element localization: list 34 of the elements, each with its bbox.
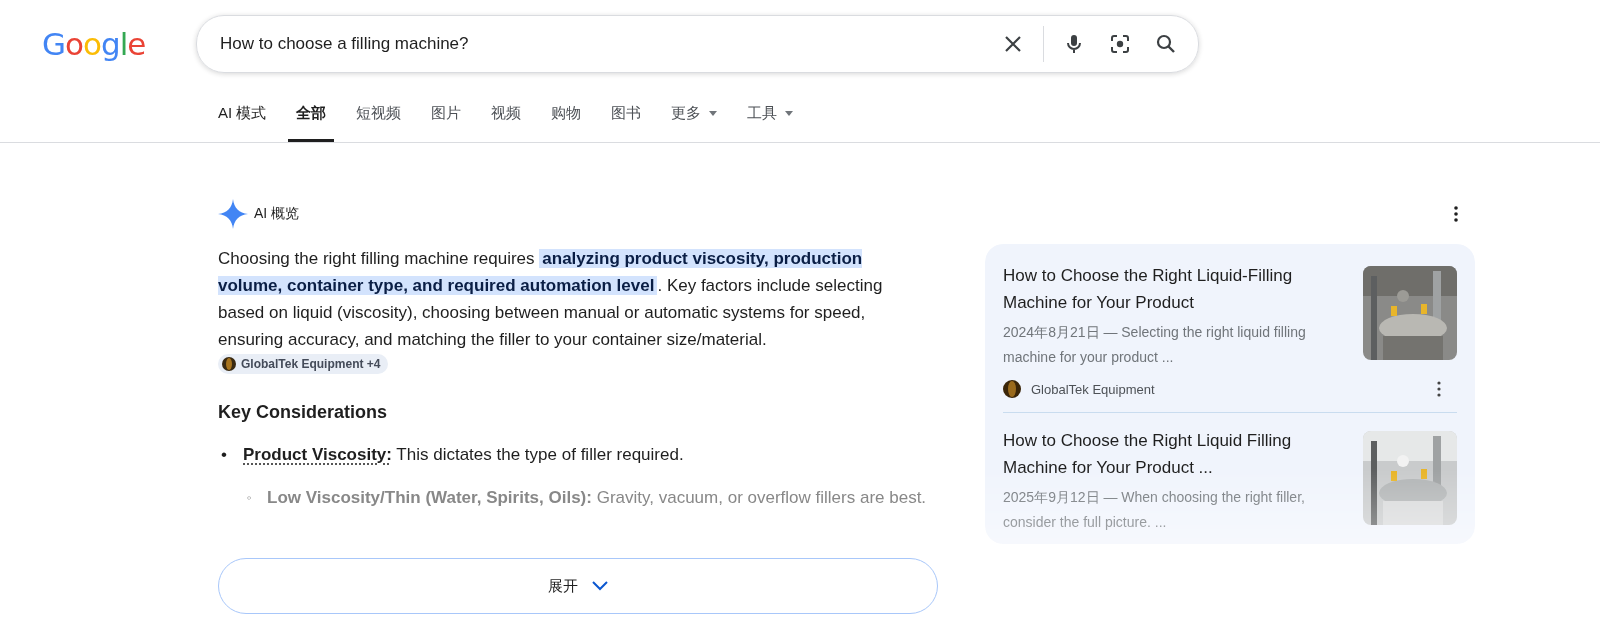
citation-chip[interactable]: GlobalTek Equipment +4 xyxy=(218,354,389,374)
caret-icon xyxy=(709,111,718,116)
search-field[interactable]: How to choose a filling machine? xyxy=(196,15,1199,73)
result-snippet: 2024年8月21日 — Selecting the right liquid filling machine for your product ... xyxy=(1003,323,1307,367)
tab[interactable]: 工具 xyxy=(739,88,802,142)
tab[interactable]: 更多 xyxy=(663,88,726,142)
tab[interactable]: 图书 xyxy=(603,88,650,142)
section-heading: Key Considerations xyxy=(218,402,389,423)
more-options-icon[interactable] xyxy=(1454,206,1458,222)
summary-text: Choosing the right filling machine requires analyzing product viscosity, production volume, container type, and required automation level. Key factors include selecting based on liquid (viscosity), choosing between manual or automatic systems for speed, ensuring accuracy, and matching the filler to your container size/material. xyxy=(218,248,884,351)
tab[interactable]: 购物 xyxy=(543,88,590,142)
tab[interactable]: AI 模式 xyxy=(210,88,275,142)
site-icon xyxy=(222,357,236,371)
google-logo[interactable]: Google xyxy=(42,26,196,62)
bullet-marker: • xyxy=(221,444,227,466)
tab[interactable]: 短视频 xyxy=(348,88,410,142)
tab[interactable]: 全部 xyxy=(288,88,335,142)
caret-icon xyxy=(785,111,794,116)
site-name: GlobalTek Equipment xyxy=(1031,381,1155,397)
expand-button[interactable]: 展开 xyxy=(218,558,938,614)
overview-title: AI 概览 xyxy=(254,205,300,223)
result-title[interactable]: How to Choose the Right Liquid-Filling Machine for Your Product xyxy=(1003,262,1351,316)
chevron-down-icon xyxy=(592,581,608,591)
bullet-marker: ◦ xyxy=(247,489,252,507)
result-snippet: 2025年9月12日 — When choosing the right filler, consider the full picture. ... xyxy=(1003,488,1306,532)
site-icon xyxy=(1003,380,1021,398)
tab[interactable]: 图片 xyxy=(423,88,470,142)
result-title[interactable]: How to Choose the Right Liquid Filling Machine for Your Product ... xyxy=(1003,427,1351,481)
camera-lens-icon[interactable] xyxy=(1108,32,1132,56)
bullet-text: Product Viscosity: This dictates the type of filler required. xyxy=(243,445,684,464)
bullet-text: Low Viscosity/Thin (Water, Spirits, Oils): Gravity, vacuum, or overflow fillers are best. xyxy=(267,488,927,507)
more-options-icon[interactable] xyxy=(1437,381,1441,397)
tab[interactable]: 视频 xyxy=(483,88,530,142)
sparkle-icon xyxy=(218,199,248,229)
